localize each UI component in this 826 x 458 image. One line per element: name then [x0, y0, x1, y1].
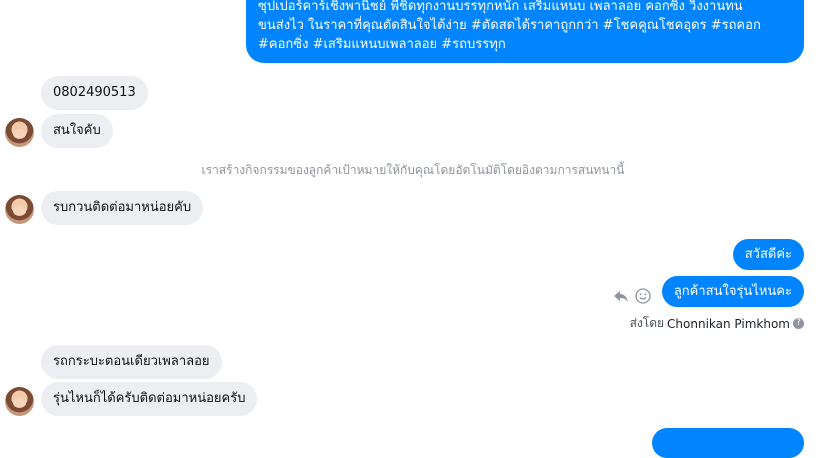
message-line: ขนส่งไว ในราคาที่คุณตัดสินใจได้ง่าย #ตัด…	[258, 18, 761, 33]
incoming-message-phone[interactable]: 0802490513	[41, 76, 148, 110]
sender-name: Chonnikan Pimkhom	[667, 316, 790, 331]
message-line: #คอกซิ่ง #เสริมแหนบเพลาลอย #รถบรรทุก	[258, 37, 506, 52]
smiley-icon[interactable]	[635, 288, 651, 304]
sent-by-label: ส่งโดย	[629, 316, 665, 330]
incoming-message-model[interactable]: รถกระบะตอนเดียวเพลาลอย	[41, 345, 222, 379]
contact-avatar[interactable]	[5, 118, 34, 147]
incoming-message-any-model[interactable]: รุ่นไหนก็ได้ครับติดต่อมาหน่อยครับ	[41, 382, 258, 416]
contact-avatar[interactable]	[5, 387, 34, 416]
outgoing-message-question[interactable]: ลูกค้าสนใจรุ่นไหนคะ	[661, 276, 804, 307]
incoming-message-contact-request[interactable]: รบกวนติดต่อมาหน่อยคับ	[41, 191, 204, 225]
message-thread: ซุปเปอร์คาร์เชิงพานิชย์ พี่ชิดทุกงานบรรท…	[0, 0, 826, 458]
incoming-message-interest[interactable]: สนใจคับ	[41, 114, 113, 148]
outgoing-message-partial[interactable]	[652, 428, 804, 458]
outgoing-message-greeting[interactable]: สวัสดีค่ะ	[732, 239, 804, 270]
system-note: เราสร้างกิจกรรมของลูกค้าเป้าหมายให้กับคุ…	[201, 163, 625, 177]
help-icon[interactable]: ?	[793, 318, 804, 329]
message-actions	[613, 288, 651, 304]
outgoing-message-ad-text[interactable]: ซุปเปอร์คาร์เชิงพานิชย์ พี่ชิดทุกงานบรรท…	[246, 0, 804, 63]
message-line: ซุปเปอร์คาร์เชิงพานิชย์ พี่ชิดทุกงานบรรท…	[258, 0, 743, 14]
sent-by-line: ส่งโดย Chonnikan Pimkhom ?	[630, 314, 804, 333]
reply-icon[interactable]	[613, 288, 629, 304]
contact-avatar[interactable]	[5, 195, 34, 224]
